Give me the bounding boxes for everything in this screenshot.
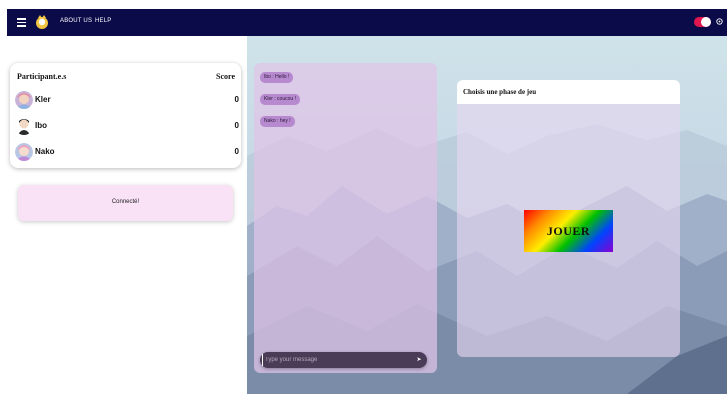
player-score: 0 xyxy=(234,121,239,130)
chat-message: Kler : coucou ! xyxy=(260,94,300,105)
top-navbar: ABOUT US HELP xyxy=(7,9,727,36)
chat-message-input[interactable] xyxy=(262,354,412,366)
nav-link-help[interactable]: HELP xyxy=(95,18,111,24)
player-avatar-icon xyxy=(15,143,33,161)
left-panel: Participant.e.s Score Kler 0 Ibo 0 Nako … xyxy=(7,36,247,394)
player-name: Ibo xyxy=(35,121,47,130)
chat-message: Ibo : Hello ! xyxy=(260,72,294,83)
player-avatar-icon xyxy=(15,91,33,109)
app-logo-icon[interactable] xyxy=(34,14,50,30)
chat-message: Nako : hey ! xyxy=(260,116,295,127)
chat-panel: Ibo : Hello ! Kler : coucou ! Nako : hey… xyxy=(254,63,437,373)
player-score: 0 xyxy=(234,95,239,104)
connection-status-text: Connecté! xyxy=(111,199,140,205)
gear-icon[interactable] xyxy=(715,17,724,26)
game-phase-header: Choisis une phase de jeu xyxy=(457,80,680,104)
player-score: 0 xyxy=(234,147,239,156)
player-row: Ibo 0 xyxy=(15,117,239,135)
theme-toggle[interactable] xyxy=(694,17,711,27)
player-name: Nako xyxy=(35,147,55,156)
game-phase-panel: Choisis une phase de jeu JOUER xyxy=(457,80,680,357)
game-phase-title: Choisis une phase de jeu xyxy=(463,88,537,96)
chat-input-bar: ➤ xyxy=(260,352,427,368)
scoreboard-header-participants: Participant.e.s xyxy=(17,72,67,81)
nav-link-about-us[interactable]: ABOUT US xyxy=(60,18,92,24)
player-avatar-icon xyxy=(15,117,33,135)
scoreboard-card: Participant.e.s Score Kler 0 Ibo 0 Nako … xyxy=(10,63,241,168)
connection-status-box: Connecté! xyxy=(18,185,233,221)
send-arrow-icon[interactable]: ➤ xyxy=(414,355,424,365)
play-button[interactable]: JOUER xyxy=(524,210,613,252)
player-name: Kler xyxy=(35,95,51,104)
player-row: Nako 0 xyxy=(15,143,239,161)
player-row: Kler 0 xyxy=(15,91,239,109)
hamburger-menu-icon[interactable] xyxy=(17,18,26,27)
scoreboard-header-score: Score xyxy=(216,72,235,81)
toggle-knob xyxy=(701,17,711,27)
